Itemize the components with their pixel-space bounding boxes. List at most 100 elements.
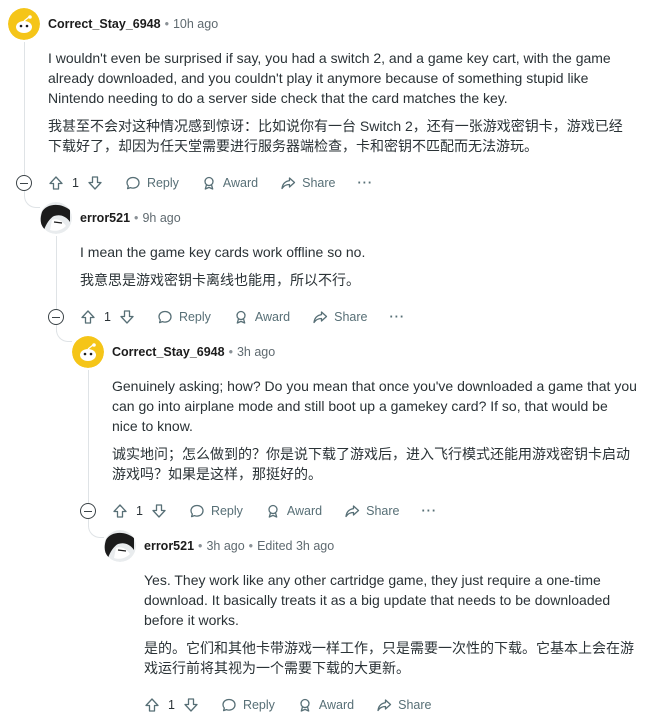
- snoo-avatar-icon: [8, 8, 40, 40]
- share-button[interactable]: Share: [312, 309, 368, 325]
- vote-count: 1: [136, 504, 143, 518]
- timestamp[interactable]: 3h ago: [237, 345, 275, 359]
- downvote-button[interactable]: [87, 175, 103, 191]
- award-button[interactable]: Award: [233, 309, 290, 325]
- thread-connector: [24, 196, 40, 208]
- share-label: Share: [366, 504, 400, 518]
- comment-bubble-icon: [190, 504, 204, 518]
- reply-label: Reply: [178, 310, 211, 324]
- more-options-button[interactable]: ···: [390, 310, 406, 324]
- award-label: Award: [286, 504, 323, 518]
- upvote-icon: [113, 504, 127, 518]
- username[interactable]: error521: [144, 539, 194, 553]
- comment-actions: 1 Reply Award Share ···: [48, 172, 373, 194]
- reply-button[interactable]: Reply: [221, 697, 275, 713]
- username[interactable]: Correct_Stay_6948: [112, 345, 225, 359]
- comment-bubble-icon: [158, 310, 172, 324]
- comment-meta: error521 • 9h ago: [80, 210, 181, 226]
- timestamp[interactable]: 3h ago: [206, 539, 244, 553]
- share-label: Share: [334, 310, 368, 324]
- upvote-icon: [49, 176, 63, 190]
- dark-anime-avatar-icon: [40, 202, 72, 234]
- separator-dot: •: [164, 17, 169, 31]
- more-options-button[interactable]: ···: [358, 176, 374, 190]
- award-label: Award: [318, 698, 355, 712]
- award-icon: [204, 176, 214, 190]
- avatar[interactable]: [104, 530, 136, 562]
- thread-connector: [88, 526, 104, 538]
- comment-text-en: I mean the game key cards work offline s…: [80, 244, 366, 260]
- award-button[interactable]: Award: [297, 697, 354, 713]
- comment-actions: 1 Reply Award Share ···: [112, 500, 437, 522]
- award-icon: [236, 310, 246, 324]
- comment-text-en: Genuinely asking; how? Do you mean that …: [112, 378, 637, 434]
- share-button[interactable]: Share: [376, 697, 432, 713]
- share-icon: [281, 177, 296, 190]
- snoo-avatar-icon: [72, 336, 104, 368]
- award-label: Award: [254, 310, 291, 324]
- award-label: Award: [222, 176, 259, 190]
- reply-button[interactable]: Reply: [189, 503, 243, 519]
- comment-text-en: I wouldn't even be surprised if say, you…: [48, 50, 611, 106]
- downvote-button[interactable]: [183, 697, 199, 713]
- comment-actions: 1 Reply Award Share ···: [80, 306, 405, 328]
- username[interactable]: Correct_Stay_6948: [48, 17, 161, 31]
- avatar[interactable]: [72, 336, 104, 368]
- downvote-icon: [152, 504, 166, 518]
- comment-meta: Correct_Stay_6948 • 3h ago: [112, 344, 275, 360]
- share-icon: [377, 699, 392, 712]
- dark-anime-avatar-icon: [104, 530, 136, 562]
- upvote-icon: [145, 698, 159, 712]
- thread-line: [24, 42, 25, 197]
- award-button[interactable]: Award: [265, 503, 322, 519]
- comment-meta: Correct_Stay_6948 • 10h ago: [48, 16, 218, 32]
- reply-label: Reply: [210, 504, 243, 518]
- collapse-button[interactable]: [48, 309, 64, 325]
- comment-bubble-icon: [126, 176, 140, 190]
- downvote-button[interactable]: [151, 503, 167, 519]
- edited-timestamp: Edited 3h ago: [257, 539, 335, 553]
- comment-bubble-icon: [222, 698, 236, 712]
- share-icon: [313, 311, 328, 324]
- upvote-button[interactable]: [48, 175, 64, 191]
- avatar[interactable]: [40, 202, 72, 234]
- upvote-button[interactable]: [144, 697, 160, 713]
- share-label: Share: [302, 176, 336, 190]
- timestamp[interactable]: 9h ago: [142, 211, 180, 225]
- username[interactable]: error521: [80, 211, 130, 225]
- comment-text-zh: 我甚至不会对这种情况感到惊讶：比如说你有一台 Switch 2，还有一张游戏密钥…: [48, 118, 623, 154]
- award-icon: [268, 504, 278, 518]
- timestamp[interactable]: 10h ago: [173, 17, 218, 31]
- share-button[interactable]: Share: [280, 175, 336, 191]
- award-icon: [300, 698, 310, 712]
- share-button[interactable]: Share: [344, 503, 400, 519]
- separator-dot: •: [228, 345, 233, 359]
- downvote-icon: [88, 176, 102, 190]
- comment-text-zh: 诚实地问；怎么做到的？你是说下载了游戏后，进入飞行模式还能用游戏密钥卡启动游戏吗…: [112, 446, 630, 482]
- comment-text-zh: 是的。它们和其他卡带游戏一样工作，只是需要一次性的下载。它基本上会在游戏运行前将…: [144, 640, 634, 676]
- upvote-button[interactable]: [112, 503, 128, 519]
- downvote-icon: [184, 698, 198, 712]
- downvote-button[interactable]: [119, 309, 135, 325]
- downvote-icon: [120, 310, 134, 324]
- comment-text-en: Yes. They work like any other cartridge …: [144, 572, 611, 628]
- separator-dot: •: [248, 539, 254, 553]
- vote-count: 1: [168, 698, 175, 712]
- vote-count: 1: [104, 310, 111, 324]
- share-label: Share: [398, 698, 432, 712]
- more-options-button[interactable]: ···: [422, 504, 438, 518]
- reply-label: Reply: [242, 698, 275, 712]
- comment-meta: error521 • 3h ago • Edited 3h ago: [144, 538, 334, 554]
- award-button[interactable]: Award: [201, 175, 258, 191]
- thread-connector: [56, 330, 72, 342]
- collapse-button[interactable]: [80, 503, 96, 519]
- reply-button[interactable]: Reply: [125, 175, 179, 191]
- vote-count: 1: [72, 176, 79, 190]
- reply-label: Reply: [146, 176, 179, 190]
- reply-button[interactable]: Reply: [157, 309, 211, 325]
- comment-thread: Correct_Stay_6948 • 10h ago I wouldn't eve…: [0, 0, 645, 720]
- avatar[interactable]: [8, 8, 40, 40]
- upvote-button[interactable]: [80, 309, 96, 325]
- collapse-button[interactable]: [16, 175, 32, 191]
- comment-text-zh: 我意思是游戏密钥卡离线也能用，所以不行。: [80, 272, 360, 288]
